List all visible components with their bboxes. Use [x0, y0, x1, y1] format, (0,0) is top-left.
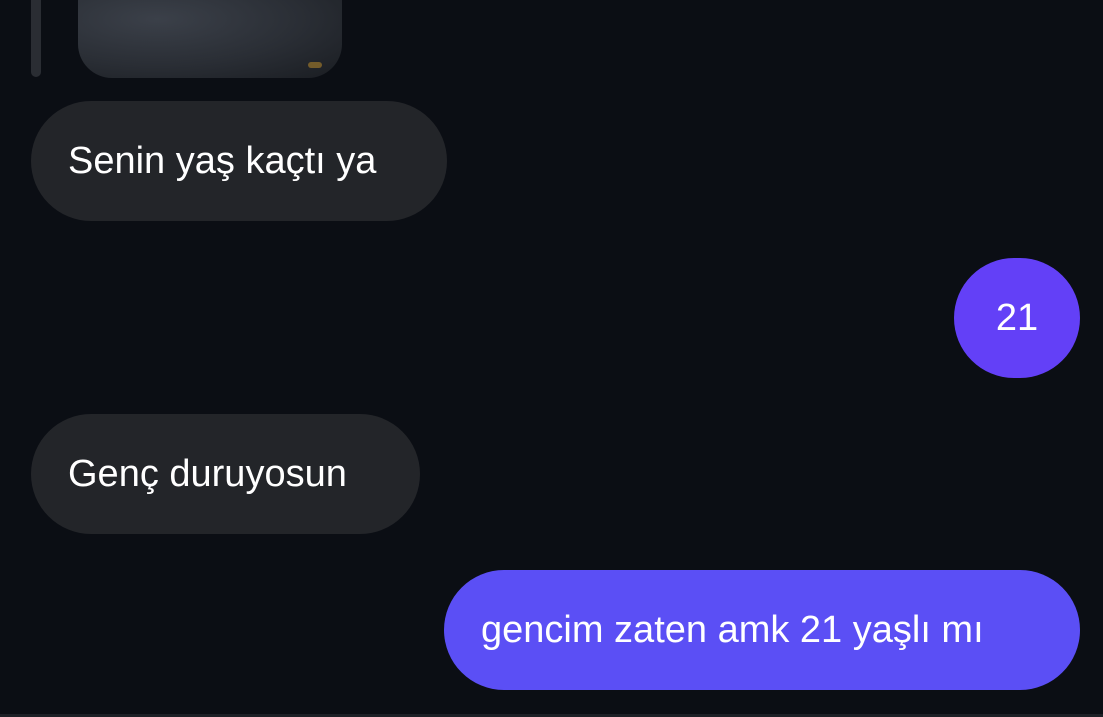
chat-thread[interactable]: Senin yaş kaçtı ya 21 Genç duruyosun gen… — [0, 0, 1103, 717]
message-bubble-outgoing[interactable]: 21 — [954, 258, 1080, 378]
image-highlight — [308, 62, 322, 68]
message-bubble-incoming[interactable]: Senin yaş kaçtı ya — [31, 101, 447, 221]
message-bubble-outgoing[interactable]: gencim zaten amk 21 yaşlı mı — [444, 570, 1080, 690]
media-image-thumbnail[interactable] — [78, 0, 342, 78]
reply-indicator-bar — [31, 0, 41, 77]
message-bubble-incoming[interactable]: Genç duruyosun — [31, 414, 420, 534]
